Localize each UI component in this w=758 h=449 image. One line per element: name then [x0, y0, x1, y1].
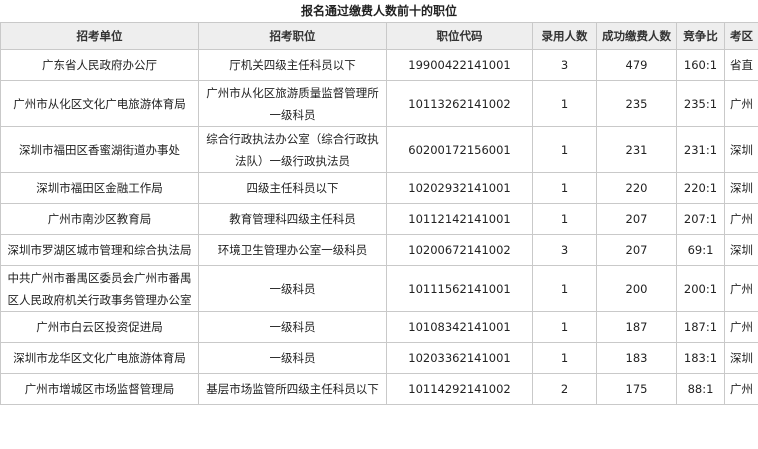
- cell-position: 教育管理科四级主任科员: [198, 203, 387, 235]
- cell-paid: 235: [596, 80, 677, 127]
- cell-unit: 深圳市福田区金融工作局: [0, 172, 199, 204]
- cell-area: 深圳: [724, 126, 758, 173]
- cell-unit: 中共广州市番禺区委员会广州市番禺区人民政府机关行政事务管理办公室: [0, 265, 199, 312]
- cell-paid: 175: [596, 373, 677, 405]
- cell-area: 省直: [724, 49, 758, 81]
- cell-unit: 广州市白云区投资促进局: [0, 311, 199, 343]
- cell-paid: 231: [596, 126, 677, 173]
- table-row: 广州市南沙区教育局 教育管理科四级主任科员 10112142141001 1 207 20…: [0, 203, 758, 235]
- cell-position: 综合行政执法办公室（综合行政执法队）一级行政执法员: [198, 126, 387, 173]
- cell-code: 10111562141001: [386, 265, 533, 312]
- cell-unit: 深圳市罗湖区城市管理和综合执法局: [0, 234, 199, 266]
- header-row: 招考单位 招考职位 职位代码 录用人数 成功缴费人数 竞争比 考区: [0, 22, 758, 50]
- cell-hires: 1: [532, 342, 597, 374]
- cell-code: 10113262141002: [386, 80, 533, 127]
- cell-code: 10114292141002: [386, 373, 533, 405]
- cell-hires: 3: [532, 49, 597, 81]
- cell-area: 广州: [724, 80, 758, 127]
- cell-position: 一级科员: [198, 311, 387, 343]
- table-row: 深圳市福田区金融工作局 四级主任科员以下 10202932141001 1 220 220…: [0, 172, 758, 204]
- header-position: 招考职位: [198, 22, 387, 50]
- cell-hires: 1: [532, 126, 597, 173]
- cell-ratio: 235:1: [676, 80, 725, 127]
- cell-ratio: 220:1: [676, 172, 725, 204]
- cell-hires: 2: [532, 373, 597, 405]
- cell-position: 基层市场监管所四级主任科员以下: [198, 373, 387, 405]
- header-ratio: 竞争比: [676, 22, 725, 50]
- cell-area: 广州: [724, 311, 758, 343]
- cell-area: 广州: [724, 373, 758, 405]
- cell-hires: 1: [532, 172, 597, 204]
- table-row: 深圳市罗湖区城市管理和综合执法局 环境卫生管理办公室一级科员 10200672141…: [0, 234, 758, 266]
- cell-unit: 广州市从化区文化广电旅游体育局: [0, 80, 199, 127]
- table-row: 深圳市福田区香蜜湖街道办事处 综合行政执法办公室（综合行政执法队）一级行政执法员 6…: [0, 126, 758, 173]
- header-code: 职位代码: [386, 22, 533, 50]
- cell-position: 四级主任科员以下: [198, 172, 387, 204]
- cell-area: 深圳: [724, 172, 758, 204]
- cell-ratio: 160:1: [676, 49, 725, 81]
- cell-area: 广州: [724, 265, 758, 312]
- cell-code: 60200172156001: [386, 126, 533, 173]
- cell-ratio: 200:1: [676, 265, 725, 312]
- table-row: 广州市从化区文化广电旅游体育局 广州市从化区旅游质量监督管理所一级科员 101132…: [0, 80, 758, 127]
- cell-area: 深圳: [724, 342, 758, 374]
- cell-position: 广州市从化区旅游质量监督管理所一级科员: [198, 80, 387, 127]
- positions-table: 招考单位 招考职位 职位代码 录用人数 成功缴费人数 竞争比 考区 广东省人民政…: [0, 22, 758, 405]
- table-row: 中共广州市番禺区委员会广州市番禺区人民政府机关行政事务管理办公室 一级科员 1011…: [0, 265, 758, 312]
- cell-ratio: 187:1: [676, 311, 725, 343]
- cell-paid: 479: [596, 49, 677, 81]
- cell-unit: 广东省人民政府办公厅: [0, 49, 199, 81]
- cell-unit: 广州市南沙区教育局: [0, 203, 199, 235]
- cell-position: 一级科员: [198, 342, 387, 374]
- cell-position: 厅机关四级主任科员以下: [198, 49, 387, 81]
- cell-unit: 深圳市福田区香蜜湖街道办事处: [0, 126, 199, 173]
- cell-ratio: 88:1: [676, 373, 725, 405]
- cell-code: 10203362141001: [386, 342, 533, 374]
- cell-hires: 1: [532, 80, 597, 127]
- table-row: 广州市白云区投资促进局 一级科员 10108342141001 1 187 187:1 广州: [0, 311, 758, 343]
- cell-code: 10200672141002: [386, 234, 533, 266]
- cell-area: 深圳: [724, 234, 758, 266]
- cell-position: 一级科员: [198, 265, 387, 312]
- cell-paid: 187: [596, 311, 677, 343]
- cell-paid: 220: [596, 172, 677, 204]
- cell-ratio: 69:1: [676, 234, 725, 266]
- cell-ratio: 231:1: [676, 126, 725, 173]
- cell-area: 广州: [724, 203, 758, 235]
- header-hires: 录用人数: [532, 22, 597, 50]
- header-area: 考区: [724, 22, 758, 50]
- cell-paid: 183: [596, 342, 677, 374]
- table-row: 深圳市龙华区文化广电旅游体育局 一级科员 10203362141001 1 183 183…: [0, 342, 758, 374]
- table-row: 广东省人民政府办公厅 厅机关四级主任科员以下 19900422141001 3 479 1…: [0, 49, 758, 81]
- header-paid: 成功缴费人数: [596, 22, 677, 50]
- cell-hires: 3: [532, 234, 597, 266]
- cell-unit: 深圳市龙华区文化广电旅游体育局: [0, 342, 199, 374]
- cell-hires: 1: [532, 203, 597, 235]
- table-title: 报名通过缴费人数前十的职位: [300, 4, 457, 18]
- header-unit: 招考单位: [0, 22, 199, 50]
- cell-code: 10108342141001: [386, 311, 533, 343]
- cell-code: 19900422141001: [386, 49, 533, 81]
- table-row: 广州市增城区市场监督管理局 基层市场监管所四级主任科员以下 101142921410…: [0, 373, 758, 405]
- cell-paid: 207: [596, 203, 677, 235]
- cell-code: 10112142141001: [386, 203, 533, 235]
- cell-hires: 1: [532, 265, 597, 312]
- cell-paid: 207: [596, 234, 677, 266]
- cell-code: 10202932141001: [386, 172, 533, 204]
- cell-unit: 广州市增城区市场监督管理局: [0, 373, 199, 405]
- cell-hires: 1: [532, 311, 597, 343]
- cell-ratio: 183:1: [676, 342, 725, 374]
- cell-paid: 200: [596, 265, 677, 312]
- cell-position: 环境卫生管理办公室一级科员: [198, 234, 387, 266]
- cell-ratio: 207:1: [676, 203, 725, 235]
